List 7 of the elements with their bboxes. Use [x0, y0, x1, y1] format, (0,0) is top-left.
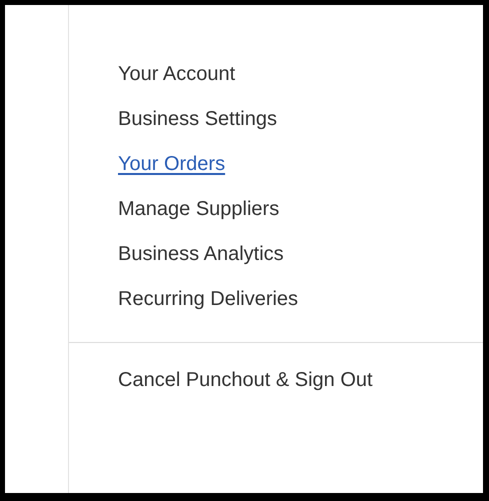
menu-item[interactable]: Recurring Deliveries	[69, 277, 298, 322]
menu-item[interactable]: Manage Suppliers	[69, 187, 280, 232]
menu-item[interactable]: Your Orders	[69, 142, 226, 187]
sign-out-menu-item[interactable]: Cancel Punchout & Sign Out	[69, 358, 373, 403]
menu-item[interactable]: Your Account	[69, 52, 236, 97]
menu-item[interactable]: Business Settings	[69, 97, 277, 142]
menu-item[interactable]: Business Analytics	[69, 232, 284, 277]
